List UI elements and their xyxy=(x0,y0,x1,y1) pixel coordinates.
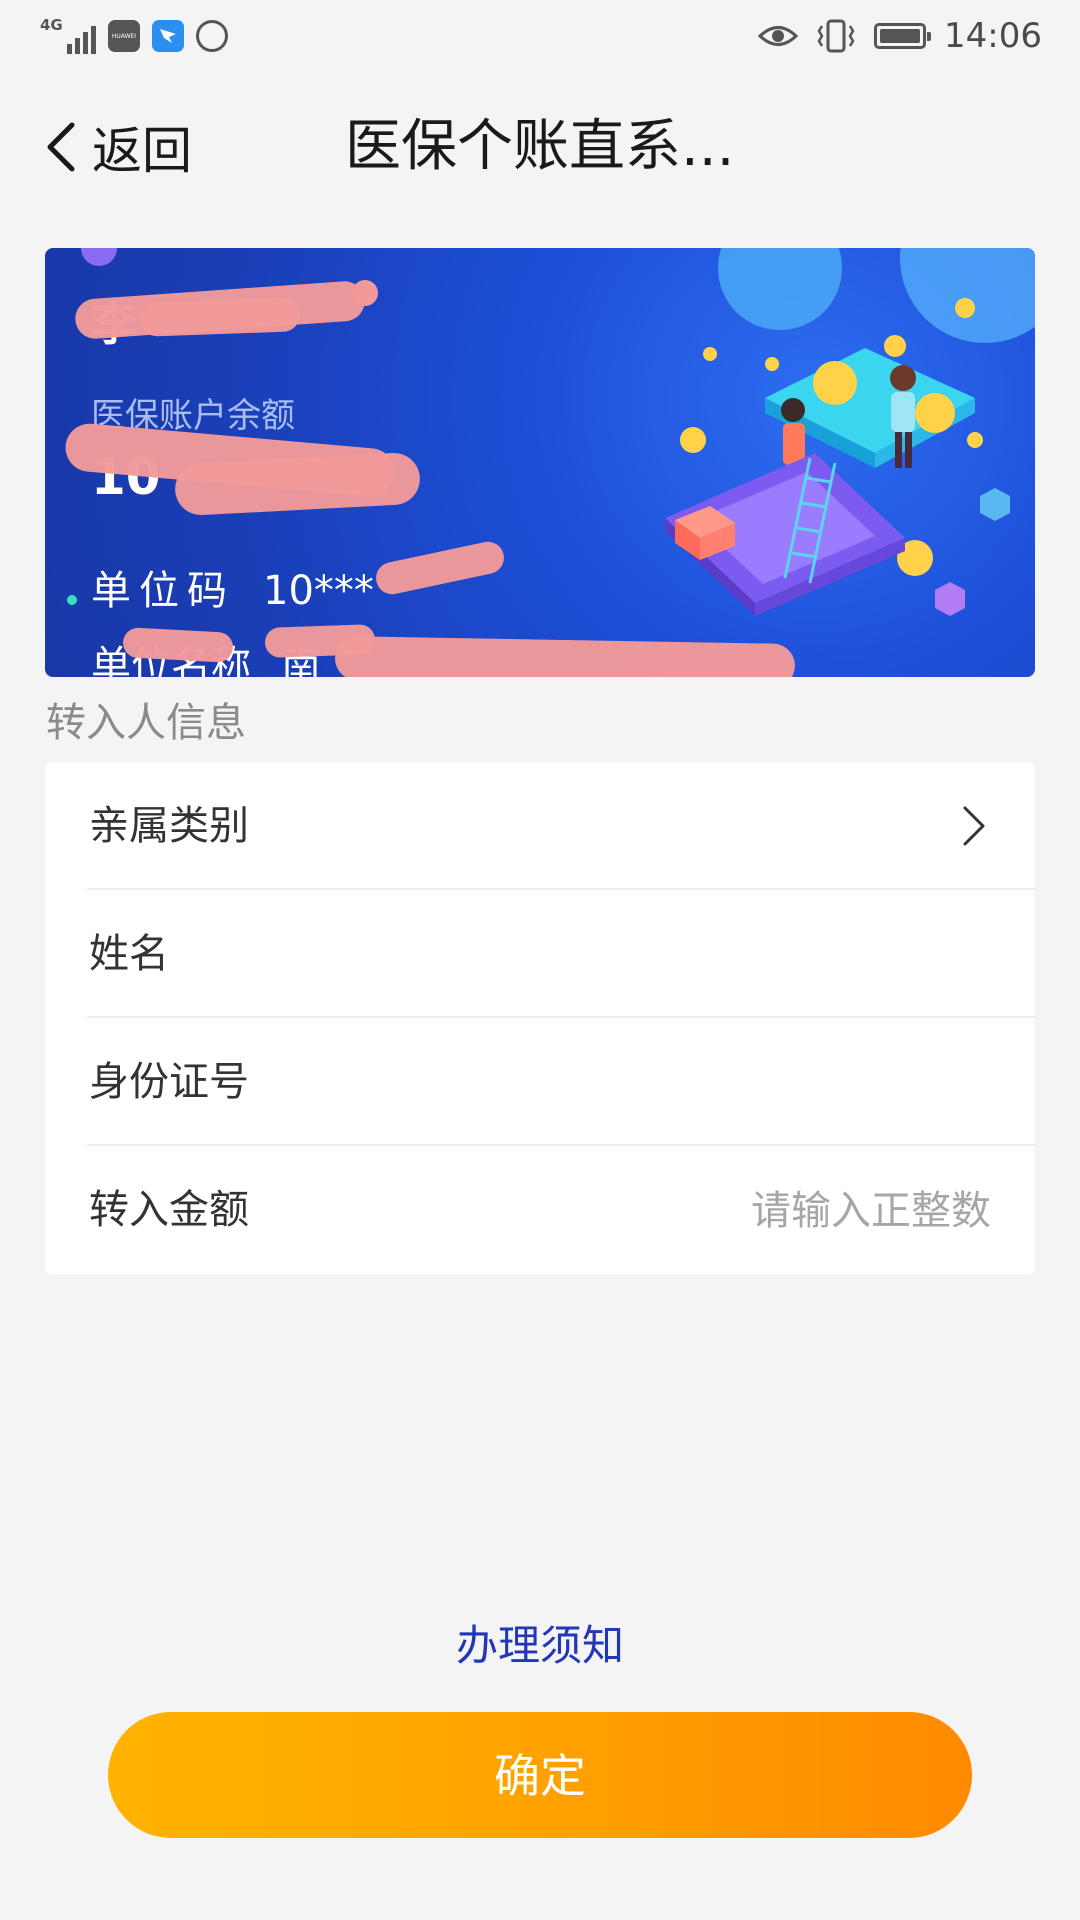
section-title: 转入人信息 xyxy=(46,700,246,746)
id-number-label: 身份证号 xyxy=(89,1059,249,1105)
network-type-label: 4G xyxy=(40,16,63,34)
relation-type-row[interactable]: 亲属类别 xyxy=(45,762,1035,890)
eye-comfort-icon xyxy=(758,26,799,46)
status-left: 4G HUAWEI xyxy=(40,16,228,56)
name-row: 姓名 xyxy=(45,890,1035,1018)
amount-row: 转入金额 xyxy=(45,1146,1035,1274)
unit-code-label: 单位码 xyxy=(91,568,235,614)
chevron-right-icon xyxy=(963,806,985,846)
notice-link[interactable]: 办理须知 xyxy=(0,1612,1080,1673)
name-label: 姓名 xyxy=(89,931,169,977)
signal-bars xyxy=(67,26,96,54)
relation-type-label: 亲属类别 xyxy=(89,803,249,849)
back-arrow-icon xyxy=(47,122,75,172)
back-button[interactable]: 返回 xyxy=(44,112,192,182)
unit-code-value: 10*** xyxy=(263,568,374,614)
battery-icon xyxy=(874,23,932,49)
page-title: 医保个账直系... xyxy=(345,114,735,179)
nav-header: 返回 医保个账直系... xyxy=(0,72,1080,222)
dingtalk-app-icon xyxy=(152,20,184,52)
redaction-mark xyxy=(139,297,301,337)
status-bar: 4G HUAWEI 14:06 xyxy=(0,0,1080,72)
account-card: 李 医保账户余额 10 单位码10*** 单位名称南 xyxy=(45,248,1035,677)
back-label: 返回 xyxy=(92,122,192,180)
amount-label: 转入金额 xyxy=(89,1187,249,1233)
security-app-icon xyxy=(196,20,228,52)
redaction-mark xyxy=(334,635,796,677)
huawei-app-icon: HUAWEI xyxy=(108,20,140,52)
amount-input[interactable] xyxy=(569,1180,993,1242)
status-time: 14:06 xyxy=(944,16,1042,56)
transfer-form: 亲属类别 姓名 身份证号 转入金额 xyxy=(45,762,1035,1274)
id-number-row: 身份证号 xyxy=(45,1018,1035,1146)
vibrate-icon xyxy=(817,19,855,53)
confirm-button[interactable]: 确定 xyxy=(108,1712,972,1838)
huawei-app-label: HUAWEI xyxy=(111,32,137,40)
redaction-mark xyxy=(122,627,234,663)
id-number-input[interactable] xyxy=(345,1052,993,1114)
unit-code-row: 单位码 10*** xyxy=(91,558,374,616)
status-right: 14:06 xyxy=(758,14,1042,58)
name-input[interactable] xyxy=(345,924,993,986)
cellular-signal-icon: 4G xyxy=(40,16,96,56)
